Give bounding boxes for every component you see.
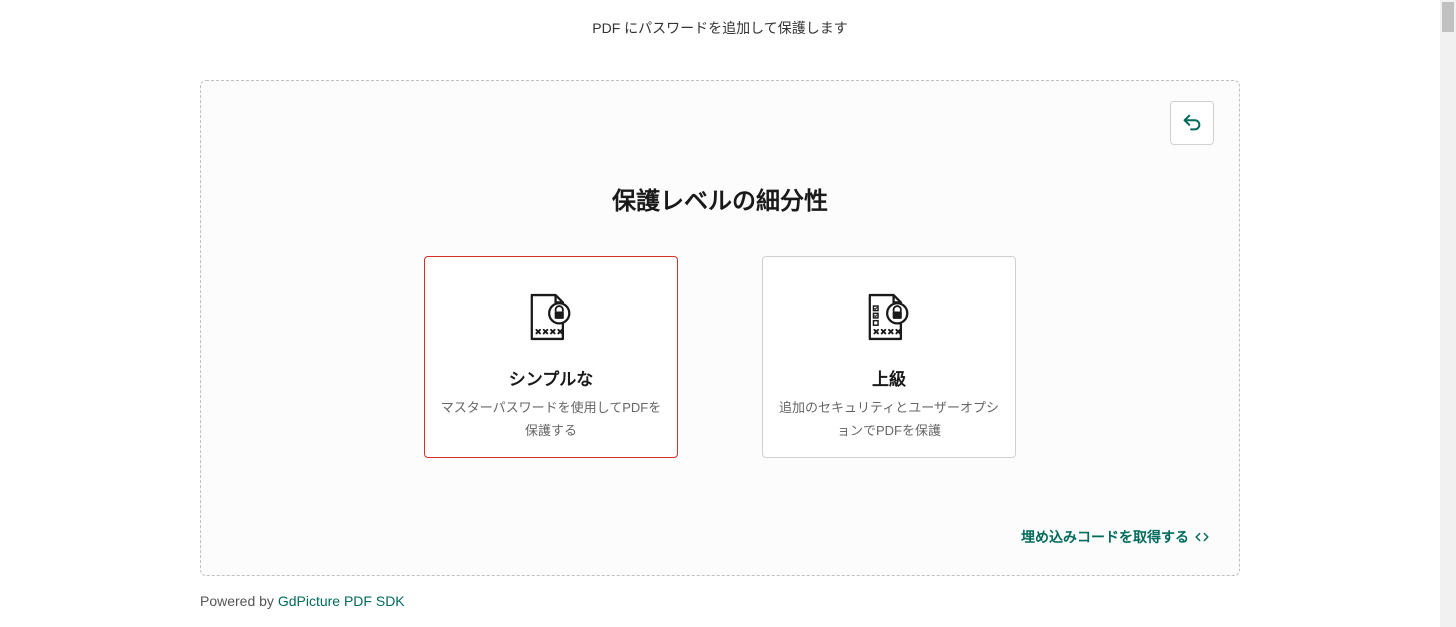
embed-code-link[interactable]: 埋め込みコードを取得する — [1021, 527, 1209, 547]
option-card-advanced[interactable]: 上級 追加のセキュリティとユーザーオプションでPDFを保護 — [762, 256, 1016, 458]
scrollbar-thumb[interactable] — [1442, 2, 1454, 32]
option-card-simple[interactable]: シンプルな マスターパスワードを使用してPDFを保護する — [424, 256, 678, 458]
vertical-scrollbar[interactable] — [1440, 0, 1456, 627]
footer-prefix: Powered by — [200, 593, 278, 609]
code-icon — [1195, 530, 1209, 544]
option-advanced-title: 上級 — [872, 365, 906, 390]
option-advanced-desc: 追加のセキュリティとユーザーオプションでPDFを保護 — [777, 396, 1001, 443]
option-simple-desc: マスターパスワードを使用してPDFを保護する — [439, 396, 663, 443]
back-button[interactable] — [1170, 101, 1214, 145]
undo-arrow-icon — [1181, 112, 1203, 134]
options-row: シンプルな マスターパスワードを使用してPDFを保護する — [231, 256, 1209, 458]
footer-credit: Powered by GdPicture PDF SDK — [200, 593, 405, 609]
footer-sdk-link[interactable]: GdPicture PDF SDK — [278, 593, 405, 609]
option-simple-title: シンプルな — [509, 365, 594, 390]
page-subtitle: PDF にパスワードを追加して保護します — [0, 0, 1440, 50]
main-panel: 保護レベルの細分性 — [200, 80, 1240, 576]
advanced-protection-icon — [857, 289, 921, 345]
embed-code-label: 埋め込みコードを取得する — [1021, 527, 1189, 547]
simple-protection-icon — [519, 289, 583, 345]
panel-title: 保護レベルの細分性 — [231, 181, 1209, 216]
